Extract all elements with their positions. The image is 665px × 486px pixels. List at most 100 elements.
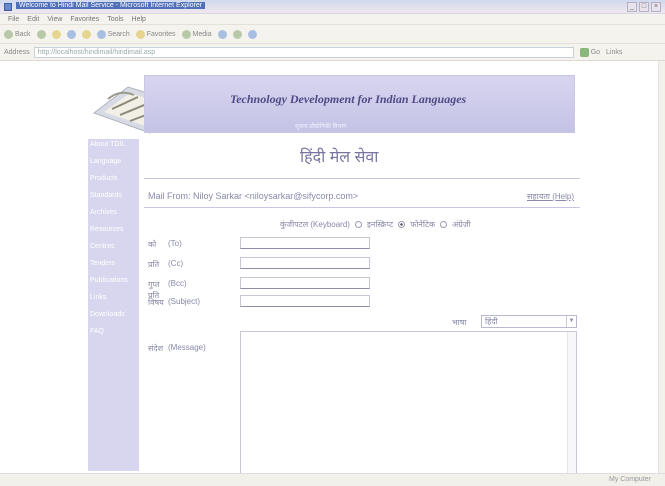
message-row: संदेश (Message) bbox=[148, 343, 220, 354]
menu-tools[interactable]: Tools bbox=[107, 14, 123, 24]
print-button[interactable] bbox=[247, 29, 257, 39]
keyboard-option-label: अंग्रेज़ी bbox=[452, 220, 471, 229]
home-icon bbox=[81, 29, 91, 39]
sidebar-item-tenders[interactable]: Tenders bbox=[88, 258, 139, 270]
back-label: Back bbox=[15, 30, 31, 38]
refresh-button[interactable] bbox=[66, 29, 76, 39]
search-icon bbox=[96, 29, 106, 39]
banner-title: Technology Development for Indian Langua… bbox=[230, 92, 467, 106]
page-content: Technology Development for Indian Langua… bbox=[0, 61, 659, 477]
message-label: संदेश bbox=[148, 344, 164, 353]
stop-button[interactable] bbox=[51, 29, 61, 39]
sidebar-item-faq[interactable]: FAQ bbox=[88, 326, 139, 338]
cc-sublabel: (Cc) bbox=[168, 259, 184, 268]
title-bar: Welcome to Hindi Mail Service - Microsof… bbox=[0, 0, 665, 14]
sidebar-nav: About TDIL Language Products Standards A… bbox=[88, 139, 139, 471]
to-label: को bbox=[148, 240, 157, 249]
message-sublabel: (Message) bbox=[168, 343, 206, 352]
message-textarea[interactable] bbox=[240, 331, 577, 477]
subject-sublabel: (Subject) bbox=[168, 297, 201, 306]
banner-subtitle: सूचना प्रौद्योगिकी विभाग bbox=[295, 124, 347, 130]
subject-label: विषय bbox=[148, 298, 164, 307]
address-bar: Address http://localhost/hindimail/hindi… bbox=[0, 44, 665, 61]
sidebar-item-resources[interactable]: Resources bbox=[88, 224, 139, 236]
links-button[interactable]: Links bbox=[606, 49, 622, 56]
media-button[interactable]: Media bbox=[181, 29, 212, 39]
menu-view[interactable]: View bbox=[47, 14, 62, 24]
mail-from-text: Mail From: Niloy Sarkar <niloysarkar@sif… bbox=[148, 191, 359, 201]
back-arrow-icon bbox=[4, 29, 13, 39]
radio-inscript[interactable] bbox=[354, 221, 362, 228]
help-label: सहायता (Help) bbox=[527, 192, 575, 201]
go-button[interactable]: Go bbox=[579, 47, 601, 57]
sidebar-item-publications[interactable]: Publications bbox=[88, 275, 139, 287]
page-scrollbar[interactable] bbox=[659, 61, 665, 473]
keyboard-option-label: फोनेटिक bbox=[410, 220, 436, 229]
keyboard-option-label: इनस्क्रिप्ट bbox=[366, 220, 394, 229]
menu-help[interactable]: Help bbox=[132, 14, 146, 24]
menu-bar: File Edit View Favorites Tools Help bbox=[0, 14, 665, 25]
favorites-label: Favorites bbox=[146, 30, 176, 38]
cc-input[interactable] bbox=[240, 257, 370, 269]
status-bar: My Computer bbox=[0, 473, 665, 486]
print-icon bbox=[247, 29, 257, 39]
search-button[interactable]: Search bbox=[96, 29, 130, 39]
menu-edit[interactable]: Edit bbox=[27, 14, 39, 24]
back-button[interactable]: Back bbox=[4, 29, 31, 39]
radio-english[interactable] bbox=[440, 221, 448, 228]
maximize-button[interactable]: □ bbox=[639, 2, 649, 12]
refresh-icon bbox=[66, 29, 76, 39]
sidebar-item-centres[interactable]: Centres bbox=[88, 241, 139, 253]
stop-icon bbox=[51, 29, 61, 39]
subject-input[interactable] bbox=[240, 295, 370, 307]
mail-button[interactable] bbox=[232, 29, 242, 39]
browser-window: Welcome to Hindi Mail Service - Microsof… bbox=[0, 0, 665, 486]
address-input[interactable]: http://localhost/hindimail/hindimail.asp bbox=[33, 46, 574, 58]
sidebar-item-language[interactable]: Language bbox=[88, 156, 139, 168]
forward-button[interactable] bbox=[36, 29, 46, 39]
sidebar-item-downloads[interactable]: Downloads bbox=[88, 309, 139, 321]
to-sublabel: (To) bbox=[168, 239, 182, 248]
cc-label: प्रति bbox=[148, 260, 160, 269]
sidebar-item-archives[interactable]: Archives bbox=[88, 207, 139, 219]
address-label: Address bbox=[4, 48, 30, 56]
page-title: हिंदी मेल सेवा bbox=[300, 149, 379, 166]
radio-phonetic[interactable] bbox=[398, 221, 406, 228]
keyboard-selector: कुंजीपटल (Keyboard) इनस्क्रिप्ट फोनेटिक … bbox=[280, 219, 471, 230]
close-button[interactable]: × bbox=[651, 2, 661, 12]
language-label: भाषा bbox=[452, 318, 467, 327]
go-label: Go bbox=[590, 48, 601, 56]
sidebar-item-standards[interactable]: Standards bbox=[88, 190, 139, 202]
star-icon bbox=[135, 29, 145, 39]
keyboard-label: कुंजीपटल (Keyboard) bbox=[280, 220, 350, 229]
history-button[interactable] bbox=[217, 29, 227, 39]
divider bbox=[144, 178, 580, 179]
menu-file[interactable]: File bbox=[8, 14, 19, 24]
status-zone: My Computer bbox=[608, 476, 651, 483]
chevron-down-icon: ▼ bbox=[566, 316, 576, 327]
divider bbox=[144, 207, 580, 208]
search-label: Search bbox=[107, 30, 130, 38]
go-arrow-icon bbox=[579, 47, 589, 57]
window-title: Welcome to Hindi Mail Service - Microsof… bbox=[16, 2, 206, 9]
to-row: को (To) bbox=[148, 239, 220, 251]
mail-icon bbox=[232, 29, 242, 39]
minimize-button[interactable]: _ bbox=[627, 2, 637, 12]
bcc-sublabel: (Bcc) bbox=[168, 279, 187, 288]
cc-row: प्रति (Cc) bbox=[148, 259, 220, 271]
menu-favorites[interactable]: Favorites bbox=[70, 14, 99, 24]
sidebar-item-products[interactable]: Products bbox=[88, 173, 139, 185]
favorites-button[interactable]: Favorites bbox=[135, 29, 176, 39]
sidebar-item-links[interactable]: Links bbox=[88, 292, 139, 304]
subject-row: विषय (Subject) bbox=[148, 297, 220, 309]
media-label: Media bbox=[192, 30, 212, 38]
help-link[interactable]: सहायता (Help) bbox=[527, 191, 574, 202]
textarea-scrollbar[interactable] bbox=[567, 332, 576, 476]
sidebar-item-about[interactable]: About TDIL bbox=[88, 139, 139, 151]
home-button[interactable] bbox=[81, 29, 91, 39]
language-select[interactable]: हिंदी ▼ bbox=[481, 315, 577, 328]
browser-icon bbox=[4, 3, 12, 11]
media-icon bbox=[181, 29, 191, 39]
bcc-input[interactable] bbox=[240, 277, 370, 289]
to-input[interactable] bbox=[240, 237, 370, 249]
